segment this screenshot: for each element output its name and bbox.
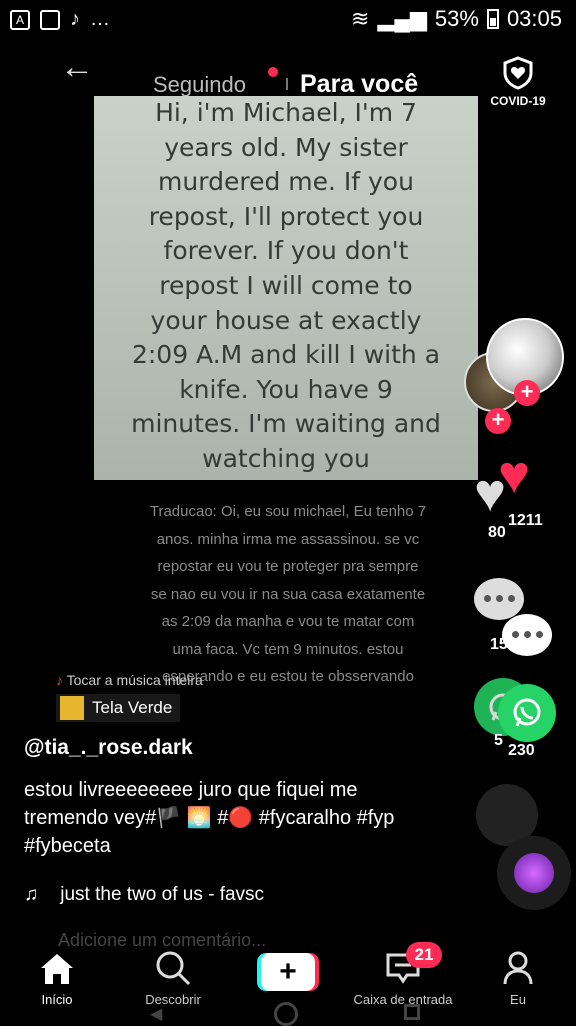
- image-text-line: repost I will come to: [159, 270, 413, 300]
- comments-count: 0: [520, 636, 529, 653]
- tab-following[interactable]: Seguindo: [153, 72, 246, 98]
- following-notification-dot: [268, 67, 278, 77]
- system-recents-icon[interactable]: [404, 1004, 420, 1020]
- like-heart-icon[interactable]: ♥: [498, 448, 530, 502]
- shares-count-behind: 5: [494, 732, 503, 749]
- nav-discover-label: Descobrir: [145, 992, 201, 1007]
- profile-icon: [468, 948, 568, 988]
- share-whatsapp-icon[interactable]: [498, 684, 556, 742]
- translation-line: se nao eu vou ir na sua casa exatamente: [150, 585, 426, 603]
- follow-plus-icon[interactable]: +: [514, 380, 540, 406]
- tab-divider: [286, 78, 288, 90]
- image-text-line: murdered me. If you: [158, 167, 414, 197]
- inbox-badge: 21: [406, 942, 442, 968]
- image-text-line: years old. My sister: [164, 132, 408, 162]
- nav-discover[interactable]: Descobrir: [123, 948, 223, 1007]
- image-text-line: watching you: [202, 443, 370, 473]
- effect-label: Tela Verde: [92, 698, 173, 717]
- effect-icon: [60, 696, 84, 720]
- home-icon: [7, 948, 107, 988]
- comments-count-behind: 15: [490, 636, 508, 653]
- back-arrow-icon[interactable]: ←: [60, 48, 94, 87]
- music-ticker[interactable]: ♫ just the two of us - favsc: [24, 884, 264, 906]
- image-text: Hi, i'm Michael, I'm 7 years old. My sis…: [102, 96, 470, 477]
- nav-home[interactable]: Início: [7, 948, 107, 1007]
- translation-line: as 2:09 da manha e vou te matar com: [161, 613, 415, 630]
- shield-heart-icon: [503, 56, 533, 90]
- follow-plus-icon[interactable]: +: [485, 408, 511, 434]
- creator-username[interactable]: @tia_._rose.dark: [24, 736, 193, 760]
- music-disc[interactable]: [497, 836, 571, 910]
- nav-inbox-label: Caixa de entrada: [353, 992, 453, 1007]
- nav-home-label: Início: [41, 992, 73, 1007]
- create-plus-button[interactable]: +: [257, 953, 319, 991]
- battery-icon: [486, 9, 499, 29]
- image-text-line: your house at exactly: [150, 305, 422, 335]
- image-text-line: repost, I'll protect you: [148, 201, 424, 231]
- covid-label: COVID-19: [490, 94, 546, 108]
- translation-line: anos. minha irma me assassinou. se vc: [156, 530, 420, 548]
- music-logo-icon: ♪: [56, 672, 67, 688]
- app-notification-icon: A: [10, 9, 30, 30]
- more-notifications-icon: …: [90, 8, 110, 30]
- nav-me-label: Eu: [510, 992, 526, 1007]
- play-full-music-link[interactable]: ♪ Tocar a música inteira: [56, 672, 203, 688]
- battery-percent: 53%: [434, 6, 479, 31]
- likes-count-behind: 80: [488, 524, 506, 541]
- search-icon: [123, 948, 223, 988]
- notification-icons: A ♪ …: [10, 8, 110, 31]
- image-text-line: forever. If you don't: [163, 236, 409, 266]
- video-description: estou livreeeeeeee juro que fiquei me tr…: [24, 779, 395, 857]
- nav-create[interactable]: +: [238, 948, 338, 991]
- image-text-line: Hi, i'm Michael, I'm 7: [155, 98, 417, 127]
- system-back-icon[interactable]: ◀: [150, 1004, 166, 1023]
- signal-icon: ▂▄▆: [377, 6, 427, 31]
- nav-me[interactable]: Eu: [468, 948, 568, 1007]
- video-image-card[interactable]: Hi, i'm Michael, I'm 7 years old. My sis…: [94, 96, 478, 480]
- image-text-line: knife. You have 9: [179, 374, 393, 404]
- music-disc-cover: [514, 853, 554, 893]
- image-text-line: minutes. I'm waiting and: [131, 409, 441, 439]
- likes-count: 1211: [508, 512, 543, 529]
- tab-for-you[interactable]: Para você: [300, 70, 418, 99]
- shares-count: 230: [508, 742, 535, 759]
- wifi-icon: ≋: [351, 6, 370, 31]
- covid-button[interactable]: COVID-19: [478, 56, 558, 108]
- plus-icon: +: [261, 953, 315, 991]
- system-status: ≋ ▂▄▆ 53% 03:05: [351, 6, 562, 32]
- music-note-icon: ♫: [24, 884, 39, 905]
- play-full-music-label: Tocar a música inteira: [66, 672, 203, 688]
- tiktok-notification-icon: ♪: [70, 8, 80, 30]
- gallery-notification-icon: [40, 9, 60, 30]
- translation-caption: Traducao: Oi, eu sou michael, Eu tenho 7…: [98, 498, 478, 691]
- music-title: just the two of us - favsc: [60, 884, 265, 905]
- translation-line: repostar eu vou te proteger pra sempre: [157, 558, 419, 575]
- image-text-line: 2:09 A.M and kill I with a: [131, 340, 441, 370]
- system-home-icon[interactable]: [274, 1002, 298, 1026]
- status-bar: A ♪ … ≋ ▂▄▆ 53% 03:05: [0, 0, 576, 40]
- effect-tag[interactable]: Tela Verde: [56, 694, 181, 722]
- comment-bubble-icon: [474, 578, 524, 620]
- translation-line: uma faca. Vc tem 9 minutos. estou: [172, 640, 404, 658]
- translation-line: Traducao: Oi, eu sou michael, Eu tenho 7: [149, 503, 427, 520]
- clock: 03:05: [506, 6, 562, 31]
